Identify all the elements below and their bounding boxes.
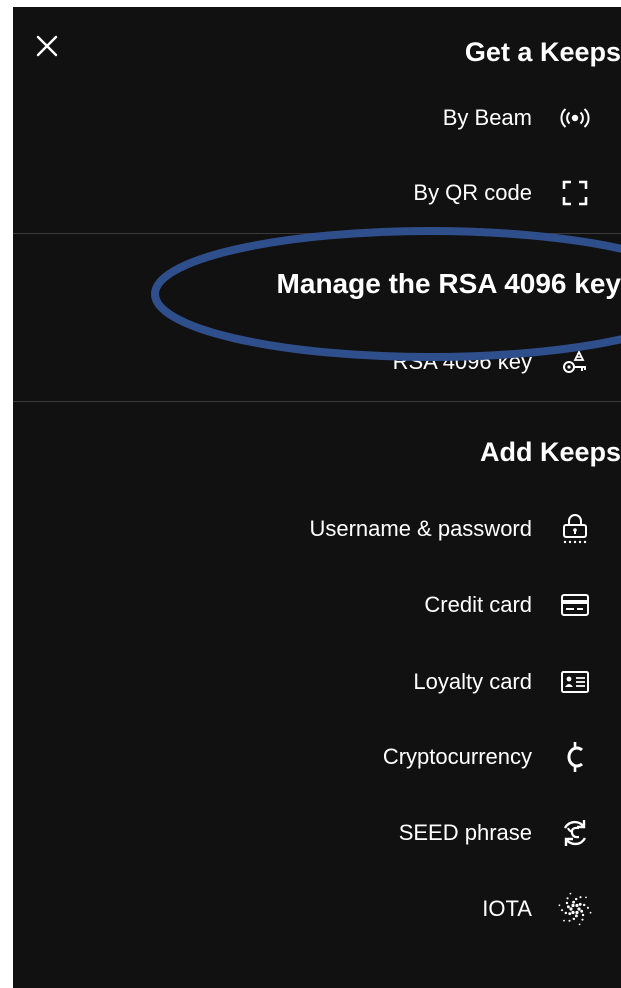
iota-icon (557, 891, 593, 927)
close-icon[interactable] (35, 34, 59, 58)
menu-panel: Get a Keeps By Beam By QR code Manage th… (13, 7, 621, 988)
cryptocurrency-item[interactable]: Cryptocurrency (13, 737, 621, 777)
rsa-key-item[interactable]: RSA 4096 key (13, 342, 621, 382)
credit-card-label: Credit card (424, 592, 532, 617)
loyalty-card-label: Loyalty card (413, 669, 532, 694)
loyalty-card-item[interactable]: Loyalty card (13, 662, 621, 702)
by-beam-label: By Beam (442, 105, 532, 130)
key-icon (557, 344, 593, 380)
qr-scan-icon (557, 175, 593, 211)
divider (13, 233, 621, 234)
lock-icon (557, 511, 593, 547)
cryptocurrency-label: Cryptocurrency (382, 744, 532, 769)
section-title-rsa: Manage the RSA 4096 key (276, 268, 621, 299)
by-beam-item[interactable]: By Beam (13, 98, 621, 138)
beam-icon (557, 100, 593, 136)
section-title-get-keeps: Get a Keeps (464, 37, 621, 67)
iota-item[interactable]: IOTA (13, 889, 621, 929)
credit-card-item[interactable]: Credit card (13, 585, 621, 625)
seed-phrase-label: SEED phrase (398, 820, 532, 845)
username-password-label: Username & password (309, 516, 532, 541)
credit-card-icon (557, 587, 593, 623)
username-password-item[interactable]: Username & password (13, 509, 621, 549)
by-qr-code-label: By QR code (413, 180, 532, 205)
seed-phrase-item[interactable]: SEED phrase (13, 813, 621, 853)
section-title-add-keeps: Add Keeps (479, 437, 621, 467)
divider (13, 401, 621, 402)
seed-refresh-icon (557, 815, 593, 851)
by-qr-code-item[interactable]: By QR code (13, 173, 621, 213)
cent-icon (557, 739, 593, 775)
rsa-key-label: RSA 4096 key (392, 349, 532, 374)
iota-label: IOTA (482, 896, 532, 921)
id-card-icon (557, 664, 593, 700)
